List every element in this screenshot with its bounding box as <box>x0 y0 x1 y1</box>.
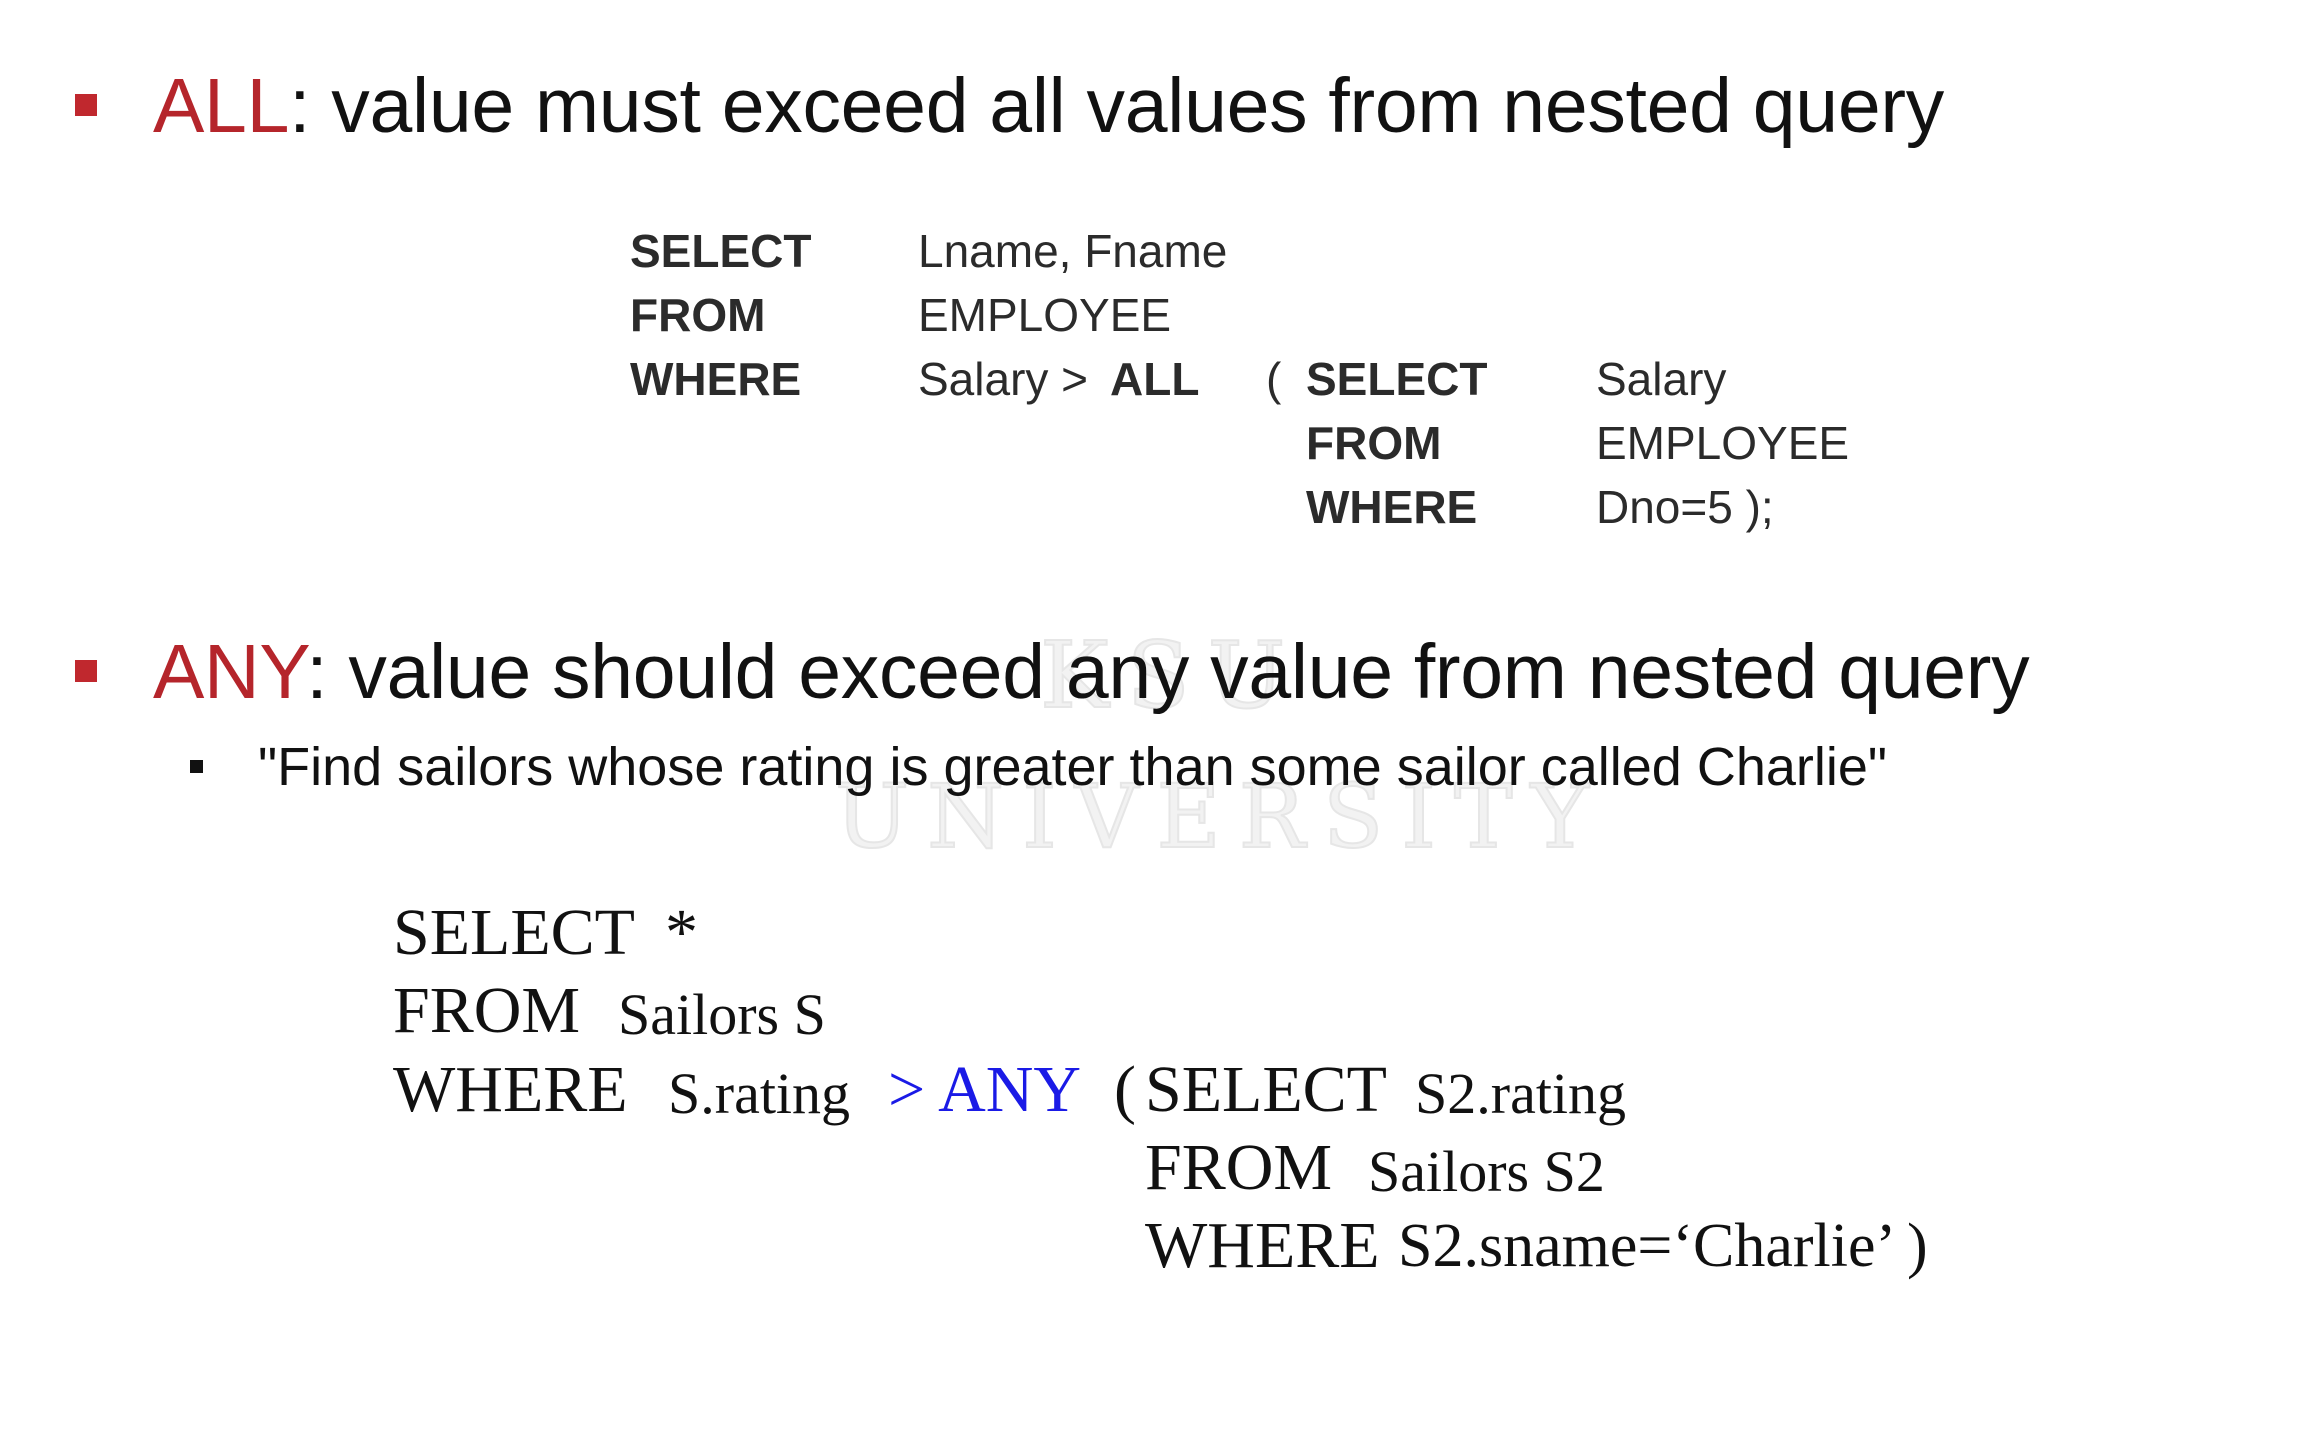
q2-from-value: Sailors S <box>618 982 826 1047</box>
q2-where-value: S.rating <box>668 1061 851 1126</box>
q1-select-value: Lname, Fname <box>918 225 1228 277</box>
q1-sub-from-value: EMPLOYEE <box>1596 417 1850 469</box>
q2-sub-where-keyword: WHERE <box>1145 1209 1380 1282</box>
q2-sub-select-keyword: SELECT <box>1145 1053 1387 1126</box>
keyword-all: ALL <box>153 63 290 149</box>
q1-select-keyword: SELECT <box>630 225 812 277</box>
q2-sub-select-value: S2.rating <box>1415 1061 1627 1126</box>
bullet-all-heading: ALL: value must exceed all values from n… <box>153 68 1944 145</box>
q1-sub-where-keyword: WHERE <box>1306 481 1478 533</box>
bullet-marker-all <box>75 94 97 116</box>
sub-bullet-text: "Find sailors whose rating is greater th… <box>258 737 1888 797</box>
q2-sub-from-keyword: FROM <box>1145 1131 1333 1204</box>
bullet-any-text: : value should exceed any value from nes… <box>306 629 2030 715</box>
bullet-all-text: : value must exceed all values from nest… <box>289 63 1944 149</box>
q1-where-value: Salary > <box>918 353 1089 405</box>
keyword-any: ANY <box>153 629 307 715</box>
q1-where-keyword: WHERE <box>630 353 802 405</box>
q1-sub-select-keyword: SELECT <box>1306 353 1488 405</box>
q2-select-keyword: SELECT <box>393 896 635 969</box>
bullet-marker-any <box>75 660 97 682</box>
q2-where-keyword: WHERE <box>393 1053 628 1126</box>
q2-sub-where-value: S2.sname=‘Charlie’ ) <box>1398 1212 1928 1280</box>
q1-sub-where-value: Dno=5 ); <box>1596 481 1774 533</box>
q2-select-value: * <box>665 896 698 969</box>
q1-sub-select-value: Salary <box>1596 353 1727 405</box>
bullet-any-heading: ANY: value should exceed any value from … <box>153 634 2030 711</box>
q2-from-keyword: FROM <box>393 974 581 1047</box>
sub-bullet-marker <box>190 760 203 773</box>
q1-from-value: EMPLOYEE <box>918 289 1172 341</box>
q1-paren-open: ( <box>1266 353 1282 405</box>
q1-from-keyword: FROM <box>630 289 766 341</box>
q2-paren-open: ( <box>1114 1053 1136 1126</box>
q2-sub-from-value: Sailors S2 <box>1368 1139 1605 1204</box>
q1-sub-from-keyword: FROM <box>1306 417 1442 469</box>
q1-all-operator: ALL <box>1110 353 1200 405</box>
q2-any-operator: > ANY <box>888 1053 1082 1126</box>
